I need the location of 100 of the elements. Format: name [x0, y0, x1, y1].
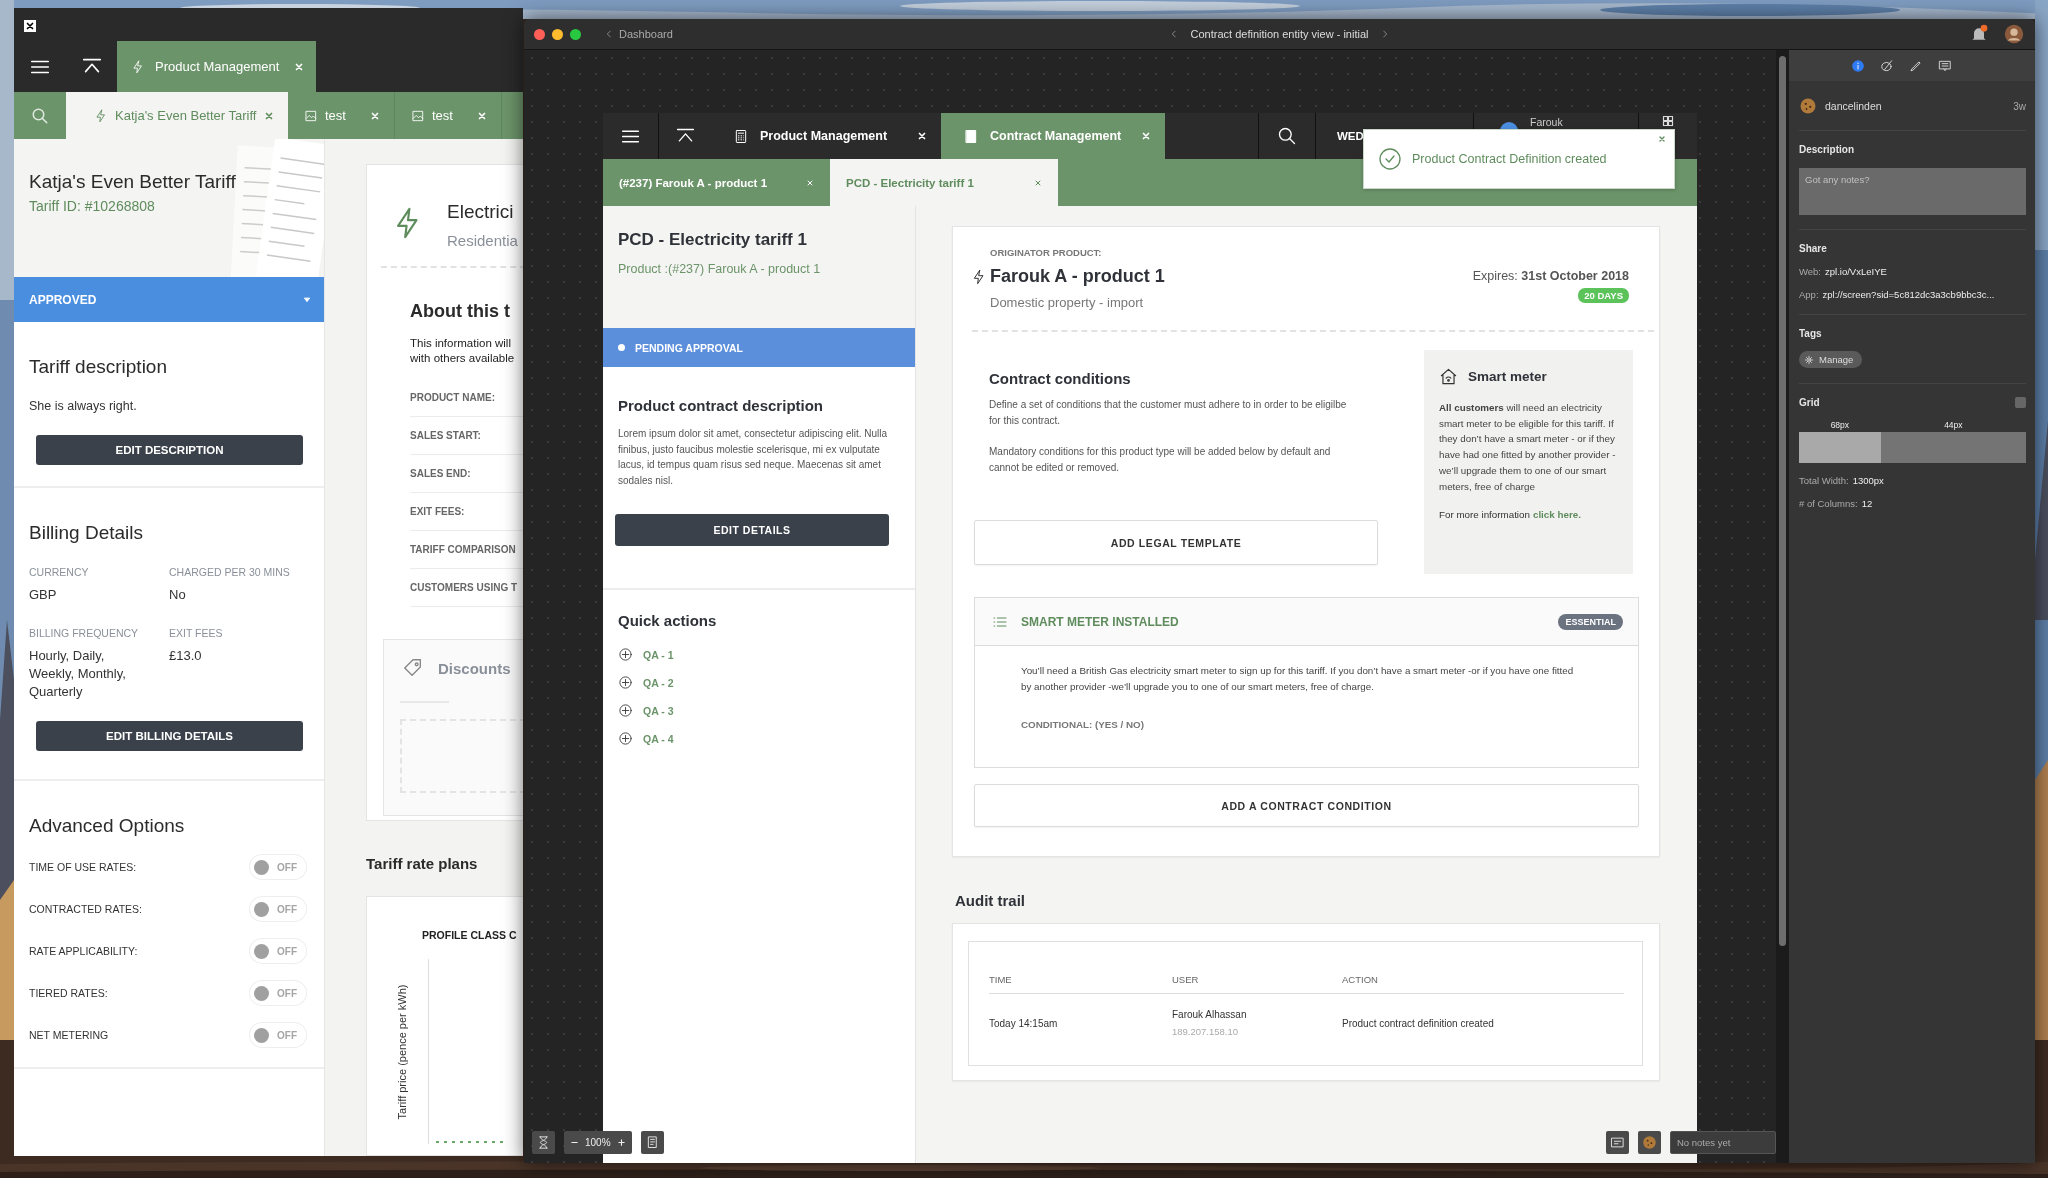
share-link[interactable]: zpl://screen?sid=5c812dc3a3cb9bbc3c... — [1822, 289, 1995, 300]
chart-title: PROFILE CLASS C — [422, 929, 518, 941]
edit-button[interactable]: EDIT DETAILS — [615, 513, 889, 546]
action-link[interactable]: QA - 2 — [643, 676, 674, 689]
conditional-label: CONDITIONAL: (YES / NO) — [1021, 719, 1145, 731]
field-value: 12 — [1861, 497, 1873, 509]
column-header: ACTION — [1342, 974, 1379, 985]
option-label: TIME OF USE RATES: — [29, 861, 137, 873]
add-template-button[interactable]: ADD LEGAL TEMPLATE — [974, 520, 1378, 565]
section-heading: Billing Details — [29, 521, 145, 545]
link[interactable]: click here. — [1532, 509, 1581, 521]
field-label: # of Columns: — [1799, 497, 1858, 509]
toggle-switch[interactable]: OFF — [250, 939, 306, 963]
status-dropdown[interactable]: APPROVED — [14, 277, 324, 322]
table-cell-text: Today 14:15am — [989, 1017, 1059, 1029]
product-type: Domestic property - import — [990, 295, 1145, 310]
action-link[interactable]: QA - 4 — [643, 732, 674, 745]
field-value: GBP — [29, 586, 58, 604]
condition-title: SMART METER INSTALLED — [1021, 614, 1179, 629]
action-link[interactable]: QA - 1 — [643, 648, 674, 661]
tab[interactable]: Contract Management — [941, 113, 1165, 159]
option-label: RATE APPLICABILITY: — [29, 945, 138, 957]
edit-button[interactable]: EDIT BILLING DETAILS — [36, 721, 303, 751]
section-heading: Grid — [1799, 396, 1820, 408]
status-label: PENDING APPROVAL — [635, 341, 743, 354]
product-link[interactable]: Product :(#237) Farouk A - product 1 — [618, 262, 903, 276]
back-link[interactable]: Dashboard — [619, 28, 673, 40]
info-text: This information will — [410, 336, 512, 351]
notes-field[interactable]: Got any notes? — [1799, 168, 2026, 215]
notes-field[interactable]: No notes yet — [1670, 1131, 1776, 1154]
column-header: USER — [1172, 974, 1200, 985]
timestamp: 3w — [2013, 100, 2026, 112]
window-title: Contract definition entity view - initial — [1190, 28, 1369, 40]
add-condition-button[interactable]: ADD A CONTRACT CONDITION — [974, 784, 1639, 827]
option-label: TIERED RATES: — [29, 987, 108, 999]
field-label: BILLING FREQUENCY — [29, 626, 140, 640]
panel-title: Discounts — [438, 659, 511, 677]
page-title: PCD - Electricity tariff 1 — [618, 230, 808, 250]
field-label: Total Width: — [1799, 474, 1849, 486]
section-heading: Quick actions — [618, 612, 718, 629]
info-text: Define a set of conditions that the customer must adhere to in order to be eligilbe for this contract. — [989, 398, 1348, 428]
edit-button[interactable]: EDIT DESCRIPTION — [36, 435, 303, 465]
days-badge: 20 DAYS — [1578, 288, 1629, 303]
toggle-switch[interactable]: OFF — [250, 897, 306, 921]
tab[interactable]: Product Management — [117, 41, 316, 92]
tab[interactable]: PCD - Electricity tariff 1 — [830, 159, 1058, 206]
toggle-switch[interactable]: OFF — [250, 1023, 306, 1047]
table-cell-text: Product contract definition created — [1342, 1017, 1495, 1029]
ip-address: 189.207.158.10 — [1172, 1026, 1240, 1037]
tab[interactable]: Product Management — [711, 113, 941, 159]
option-label: CONTRACTED RATES: — [29, 903, 142, 915]
tariff-title: Katja's Even Better Tariff — [29, 170, 237, 194]
section-heading: About this t — [410, 301, 511, 322]
user-name: Farouk Alhassan — [1172, 1009, 1248, 1020]
tariff-id: Tariff ID: #10268808 — [29, 198, 156, 214]
option-label: NET METERING — [29, 1029, 109, 1041]
description-text: Lorem ipsum dolor sit amet, consectetur adipiscing elit. Nulla finibus, justo faucibus molestie scelerisque, mi ex vulputate lacus, id tempus quam risus sed neque. Maecenas sit amet sodales nisl. — [618, 427, 888, 489]
section-heading: Share — [1799, 243, 1828, 254]
section-heading: Tariff rate plans — [366, 855, 479, 872]
notification-text: Product Contract Definition created — [1412, 152, 1607, 166]
gutter-width-label: 44px — [1943, 419, 1964, 430]
field-label: CURRENCY — [29, 565, 90, 579]
user-name: dancelinden — [1825, 100, 1882, 112]
column-header: TIME — [989, 974, 1013, 985]
section-heading: Product contract description — [618, 397, 825, 414]
product-subtitle: Residentia — [447, 232, 518, 249]
field-label: EXIT FEES — [169, 626, 224, 640]
field-value: £13.0 — [169, 647, 203, 665]
column-width-label: 68px — [1829, 419, 1851, 430]
date-label: WED — [1337, 130, 1364, 142]
toggle-switch[interactable]: OFF — [250, 981, 306, 1005]
badge: ESSENTIAL — [1558, 613, 1623, 630]
user-name: Farouk — [1530, 116, 1563, 128]
section-heading: Advanced Options — [29, 814, 186, 838]
field-value: 1300px — [1852, 474, 1884, 486]
tab[interactable]: Katja's Even Better Tariff — [66, 92, 288, 139]
field-value: No — [169, 586, 187, 604]
field-label: Web: — [1799, 266, 1821, 277]
action-link[interactable]: QA - 3 — [643, 704, 674, 717]
section-heading: Tags — [1799, 328, 1823, 339]
expiry-date: Expires: 31st October 2018 — [1472, 269, 1629, 283]
product-name: Farouk A - product 1 — [990, 266, 1165, 287]
info-text: For more information click here. — [1439, 509, 1582, 521]
toggle-switch[interactable]: OFF — [250, 855, 306, 879]
section-heading: Tariff description — [29, 355, 168, 379]
manage-button[interactable]: Manage — [1799, 351, 1863, 368]
panel-title: Smart meter — [1468, 369, 1547, 384]
section-heading: Audit trail — [955, 892, 1026, 909]
field-label: CHARGED PER 30 MINS — [169, 565, 291, 579]
tab[interactable]: (#237) Farouk A - product 1 — [603, 159, 830, 206]
field-label: App: — [1799, 289, 1819, 300]
info-text: with others available — [410, 351, 516, 366]
field-label: ORIGINATOR PRODUCT: — [990, 247, 1103, 258]
condition-text: You’ll need a British Gas electricity smart meter to sign up for this tariff. If you don’t have a smart meter -or if you have one fitted by another provider -we’ll upgrade you to one of our smart meters, free of charge. — [1021, 664, 1575, 694]
section-heading: Contract conditions — [989, 370, 1132, 387]
axis-label: Tariff price (pence per kWh) — [396, 984, 408, 1119]
description-text: She is always right. — [29, 398, 138, 414]
section-heading: Description — [1799, 144, 1855, 155]
zoom-level: 100% — [585, 1137, 611, 1148]
share-link[interactable]: zpl.io/VxLeIYE — [1825, 266, 1887, 277]
